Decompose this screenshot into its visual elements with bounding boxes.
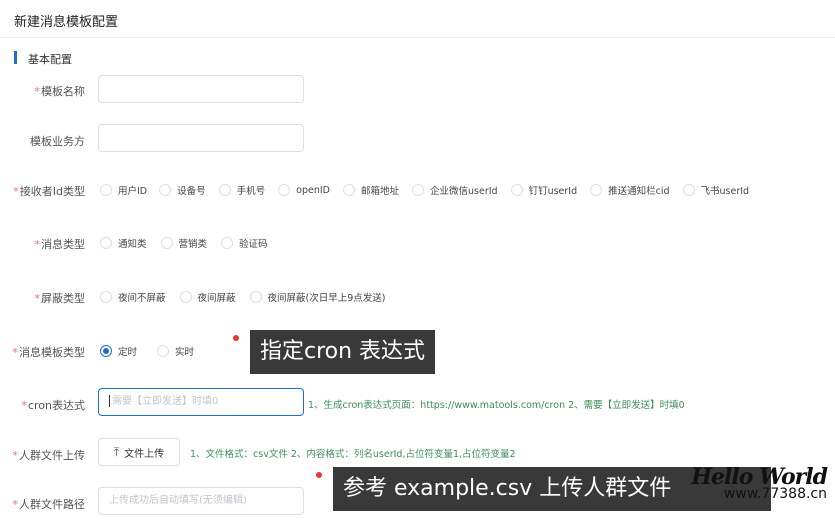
shield-type-row: *屏蔽类型 夜间不屏蔽 夜间屏蔽 夜间屏蔽(次日早上9点发送) [0,289,835,305]
cron-row: *cron表达式 需要【立即发送】时填0 1、生成cron表达式页面：https… [0,388,835,416]
receiver-type-option-push-cid[interactable]: 推送通知栏cid [590,183,670,197]
template-owner-row: 模板业务方 [0,124,835,152]
cron-input[interactable]: 需要【立即发送】时填0 [98,388,304,416]
template-owner-input[interactable] [98,124,304,152]
message-type-radio-group: 通知类 营销类 验证码 [100,235,282,251]
receiver-type-option-user-id[interactable]: 用户ID [100,183,147,197]
receiver-type-option-email[interactable]: 邮箱地址 [342,183,399,197]
receiver-type-option-phone[interactable]: 手机号 [218,183,265,197]
shield-type-option-night-shield-next-morning[interactable]: 夜间屏蔽(次日早上9点发送) [249,290,386,304]
receiver-type-option-dingtalk[interactable]: 钉钉userId [510,183,577,197]
template-owner-label: 模板业务方 [30,135,85,148]
annotation-dot [316,472,322,478]
receiver-type-option-device-id[interactable]: 设备号 [159,183,206,197]
template-type-option-scheduled[interactable]: 定时 [100,344,137,358]
template-name-input[interactable] [98,75,304,103]
cron-input-placeholder: 需要【立即发送】时填0 [112,396,219,407]
template-name-row: *模板名称 [0,75,835,103]
crowd-upload-hint: 1、文件格式：csv文件 2、内容格式：列名userId,占位符变量1,占位符变… [190,449,516,460]
message-type-option-notice[interactable]: 通知类 [100,236,147,250]
message-type-option-marketing[interactable]: 营销类 [160,236,207,250]
section-accent-bar [14,51,17,64]
receiver-type-option-feishu[interactable]: 飞书userId [682,183,749,197]
message-type-row: *消息类型 通知类 营销类 验证码 [0,235,835,251]
section-title: 基本配置 [28,53,72,66]
shield-type-option-night-shield[interactable]: 夜间屏蔽 [179,290,236,304]
receiver-type-option-openid[interactable]: openID [278,184,330,196]
radio-checked-indicator [100,345,112,357]
watermark: Hello World www.77388.cn [691,464,828,502]
page-header: 新建消息模板配置 [0,0,835,38]
crowd-upload-label: *人群文件上传 [12,449,86,462]
message-type-label: *消息类型 [34,238,86,251]
template-type-option-realtime[interactable]: 实时 [157,344,194,358]
shield-type-radio-group: 夜间不屏蔽 夜间屏蔽 夜间屏蔽(次日早上9点发送) [100,289,400,305]
template-name-label: *模板名称 [34,85,86,98]
cron-hint: 1、生成cron表达式页面：https://www.matools.com/cr… [308,400,685,411]
template-type-label: *消息模板类型 [12,346,86,359]
crowd-path-label: *人群文件路径 [12,498,86,511]
cron-tip-overlay: 指定cron 表达式 [250,330,436,374]
receiver-type-radio-group: 用户ID 设备号 手机号 openID 邮箱地址 企业微信userId 钉钉us… [100,182,749,198]
receiver-type-row: *接收者Id类型 用户ID 设备号 手机号 openID 邮箱地址 企业微信us… [0,182,835,198]
upload-icon: ⤒ [113,444,120,459]
message-type-option-verify-code[interactable]: 验证码 [221,236,268,250]
template-type-radio-group: 定时 实时 [100,343,208,359]
crowd-path-input[interactable]: 上传成功后自动填写(无须编辑) [98,487,304,515]
text-caret [109,395,110,407]
shield-type-label: *屏蔽类型 [34,292,86,305]
crowd-upload-row: *人群文件上传 ⤒ 文件上传 1、文件格式：csv文件 2、内容格式：列名user… [0,438,835,466]
receiver-type-label: *接收者Id类型 [13,185,85,198]
file-upload-button[interactable]: ⤒ 文件上传 [98,438,180,466]
cron-label: *cron表达式 [21,399,85,412]
annotation-dot [233,335,239,341]
receiver-type-option-wecom[interactable]: 企业微信userId [412,183,498,197]
page-title: 新建消息模板配置 [14,15,119,30]
shield-type-option-no-shield[interactable]: 夜间不屏蔽 [100,290,166,304]
